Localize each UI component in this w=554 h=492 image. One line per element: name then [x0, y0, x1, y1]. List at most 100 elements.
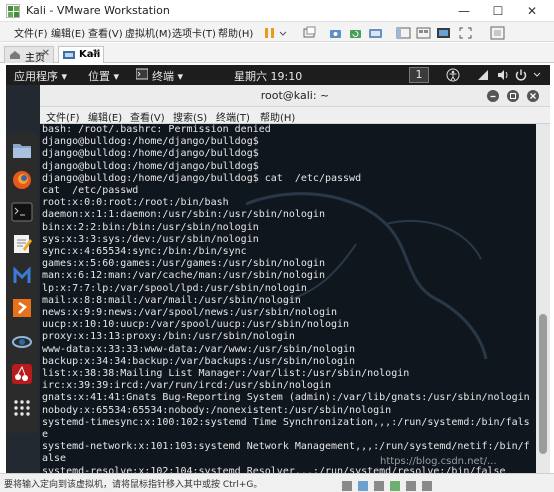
terminal-line: systemd-timesync:x:100:102:systemd Time …: [42, 416, 530, 428]
unity-icon[interactable]: [490, 25, 506, 40]
terminal-minimize-button[interactable]: [487, 90, 499, 102]
terminal-line: list:x:38:38:Mailing List Manager:/var/l…: [42, 368, 410, 380]
terminal-menu-terminal[interactable]: 终端(T): [216, 109, 250, 124]
snapshot-manager-icon[interactable]: [368, 25, 384, 39]
send-keys-icon[interactable]: [302, 25, 318, 39]
files-icon[interactable]: [11, 139, 33, 161]
terminal-text: bash: /root/.bashrc: Permission denied dj…: [42, 124, 530, 473]
terminal-line: mail:x:8:8:mail:/var/mail:/usr/sbin/nolo…: [42, 294, 301, 306]
terminal-line: systemd-network:x:101:103:systemd Networ…: [42, 441, 530, 453]
menu-edit[interactable]: 编辑(E): [51, 25, 85, 40]
burpsuite-icon[interactable]: [11, 297, 33, 319]
terminal-app-menu[interactable]: 终端 ▾: [152, 68, 183, 84]
terminal-line: root:x:0:0:root:/root:/bin/bash: [42, 197, 229, 209]
terminal-scrollbar[interactable]: [536, 124, 550, 473]
clock[interactable]: 星期六 19:10: [234, 68, 302, 84]
terminal-line: e: [42, 429, 49, 441]
network-icon[interactable]: [476, 68, 490, 85]
vmware-menubar: 文件(F) 编辑(E) 查看(V) 虚拟机(M) 选项卡(T) 帮助(H): [0, 22, 554, 42]
terminal-line: lp:x:7:7:lp:/var/spool/lpd:/usr/sbin/nol…: [42, 282, 307, 294]
terminal-line: uucp:x:10:10:uucp:/var/spool/uucp:/usr/s…: [42, 319, 350, 331]
pause-icon[interactable]: [262, 25, 278, 39]
close-button[interactable]: ✕: [520, 2, 544, 20]
terminal-line: man:x:6:12:man:/var/cache/man:/usr/sbin/…: [42, 270, 325, 282]
terminal-line: nobody:x:65534:65534:nobody:/nonexistent…: [42, 404, 392, 416]
terminal-output[interactable]: bash: /root/.bashrc: Permission denied dj…: [40, 124, 536, 473]
volume-icon[interactable]: [496, 68, 510, 85]
terminal-line: backup:x:34:34:backup:/var/backups:/usr/…: [42, 355, 356, 367]
scrollbar-thumb[interactable]: [539, 314, 547, 454]
terminal-icon[interactable]: [11, 201, 33, 223]
vmware-title-bar: Kali - VMware Workstation — ☐ ✕: [0, 0, 554, 22]
vmware-logo-icon: [6, 4, 20, 18]
sidebar-toggle-icon[interactable]: [396, 25, 412, 39]
power-icon[interactable]: [514, 68, 528, 85]
terminal-title: root@kali: ~: [260, 89, 330, 102]
status-hint: 要将输入定向到该虚拟机，请将鼠标指针移入其中或按 Ctrl+G。: [4, 480, 263, 490]
terminal-line: proxy:x:13:13:proxy:/bin:/usr/sbin/nolog…: [42, 331, 295, 343]
tab-kali-close-icon[interactable]: ✕: [92, 48, 100, 59]
terminal-menu-file[interactable]: 文件(F): [46, 109, 80, 124]
maximize-button[interactable]: ☐: [486, 2, 510, 20]
tab-kali[interactable]: Kali ✕: [58, 46, 104, 63]
vmware-status-bar: 要将输入定向到该虚拟机，请将鼠标指针移入其中或按 Ctrl+G。: [0, 473, 554, 492]
terminal-line: django@bulldog:/home/django/bulldog$: [42, 160, 259, 172]
workspace-indicator[interactable]: 1: [409, 67, 429, 83]
menu-vm[interactable]: 虚拟机(M): [125, 25, 171, 40]
text-editor-icon[interactable]: [11, 233, 33, 255]
window-title: Kali - VMware Workstation: [26, 4, 170, 17]
firefox-icon[interactable]: [11, 169, 33, 191]
terminal-line: django@bulldog:/home/django/bulldog$: [42, 136, 259, 148]
revert-snapshot-icon[interactable]: [348, 25, 364, 39]
console-view-icon[interactable]: [436, 25, 452, 39]
terminal-line: bin:x:2:2:bin:/bin:/usr/sbin/nologin: [42, 221, 259, 233]
home-icon: [9, 50, 21, 60]
terminal-maximize-button[interactable]: [507, 90, 519, 102]
terminal-app-icon: [135, 68, 150, 83]
tab-home-close-icon[interactable]: ✕: [42, 48, 50, 59]
terminal-menu-help[interactable]: 帮助(H): [260, 109, 295, 124]
menu-file[interactable]: 文件(F): [14, 25, 48, 40]
cherrytree-icon[interactable]: [11, 363, 33, 385]
places-menu[interactable]: 位置 ▾: [88, 68, 119, 84]
terminal-line: gnats:x:41:41:Gnats Bug-Reporting System…: [42, 392, 530, 404]
applications-menu[interactable]: 应用程序 ▾: [14, 68, 67, 84]
terminal-line: cat /etc/passwd: [42, 185, 139, 197]
terminal-line: django@bulldog:/home/django/bulldog$: [42, 148, 259, 160]
terminal-line: news:x:9:9:news:/var/spool/news:/usr/sbi…: [42, 307, 338, 319]
chevron-down-icon[interactable]: [532, 68, 542, 85]
terminal-line: www-data:x:33:33:www-data:/var/www:/usr/…: [42, 343, 356, 355]
terminal-close-button[interactable]: [527, 90, 539, 102]
kali-dock: [6, 133, 38, 433]
menu-tabs[interactable]: 选项卡(T): [172, 25, 216, 40]
terminal-menu-edit[interactable]: 编辑(E): [88, 109, 122, 124]
terminal-line: django@bulldog:/home/django/bulldog$ cat…: [42, 172, 362, 184]
terminal-line: bash: /root/.bashrc: Permission denied: [42, 124, 271, 135]
terminal-menubar: 文件(F) 编辑(E) 查看(V) 搜索(S) 终端(T) 帮助(H): [40, 107, 550, 124]
terminal-line: irc:x:39:39:ircd:/var/run/ircd:/usr/sbin…: [42, 380, 331, 392]
vmware-tab-bar: 主页 ✕ Kali ✕: [0, 43, 554, 64]
device-icons: [340, 477, 470, 491]
menu-help[interactable]: 帮助(H): [218, 25, 253, 40]
terminal-line: daemon:x:1:1:daemon:/usr/sbin:/usr/sbin/…: [42, 209, 325, 221]
faraday-icon[interactable]: [11, 331, 33, 353]
terminal-menu-search[interactable]: 搜索(S): [173, 109, 207, 124]
vm-icon: [63, 50, 75, 60]
thumbnail-view-icon[interactable]: [416, 25, 432, 39]
maltego-icon[interactable]: [11, 265, 33, 287]
watermark: https://blog.csdn.net/...: [380, 456, 497, 467]
kali-top-panel: 应用程序 ▾ 位置 ▾ 终端 ▾ 星期六 19:10 1: [6, 65, 550, 85]
snapshot-icon[interactable]: [328, 25, 344, 39]
accessibility-icon[interactable]: [446, 68, 460, 85]
fullscreen-icon[interactable]: [458, 25, 474, 39]
tab-home[interactable]: 主页 ✕: [4, 46, 54, 64]
terminal-line: sync:x:4:65534:sync:/bin:/bin/sync: [42, 246, 247, 258]
terminal-line: games:x:5:60:games:/usr/games:/usr/sbin/…: [42, 258, 325, 270]
terminal-titlebar: root@kali: ~: [40, 85, 550, 107]
menu-view[interactable]: 查看(V): [88, 25, 123, 40]
chevron-down-icon[interactable]: [278, 25, 294, 39]
terminal-menu-view[interactable]: 查看(V): [130, 109, 165, 124]
minimize-button[interactable]: —: [452, 2, 476, 20]
terminal-line: sys:x:3:3:sys:/dev:/usr/sbin/nologin: [42, 233, 259, 245]
show-applications-icon[interactable]: [11, 397, 33, 419]
